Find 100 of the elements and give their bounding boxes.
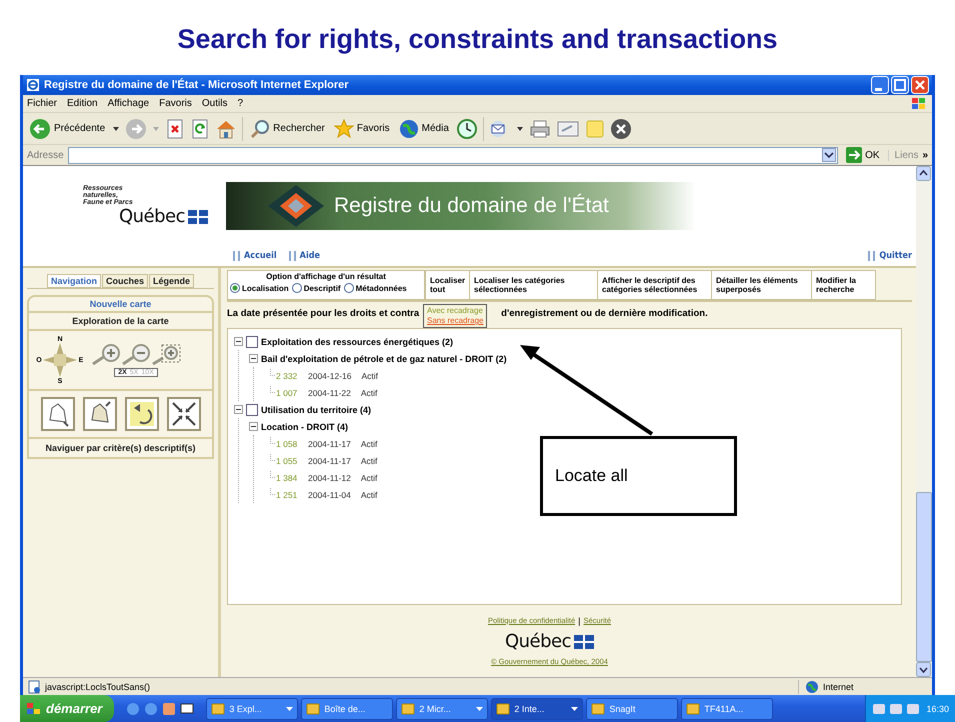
record-date: 2004-12-16 <box>308 370 352 380</box>
status-text: javascript:LoclsToutSans() <box>45 682 150 692</box>
taskbar-button[interactable]: SnagIt <box>586 698 678 720</box>
taskbar-button[interactable]: TF411A... <box>681 698 774 720</box>
menu-option[interactable]: Sans recadrage <box>425 316 486 326</box>
taskbar-button[interactable]: 2 Inte... <box>491 698 584 720</box>
record-status: Actif <box>360 472 378 482</box>
fleur-de-lis-flag-icon <box>574 634 594 648</box>
globe-icon <box>805 680 819 694</box>
back-button[interactable]: Précédente <box>27 116 108 142</box>
diamond-logo-icon <box>266 183 326 229</box>
maximize-icon[interactable] <box>891 76 909 94</box>
taskbar-button[interactable]: 2 Micr... <box>396 698 488 720</box>
collapse-icon[interactable] <box>234 405 243 414</box>
taskbar-button[interactable]: Boîte de... <box>301 698 394 720</box>
map-button[interactable] <box>166 397 200 431</box>
banner-title: Registre du domaine de l'État <box>334 194 609 218</box>
record-date: 2004-11-04 <box>308 490 351 500</box>
radio-button[interactable]: Localisation <box>230 283 289 293</box>
menu-item[interactable]: Affichage <box>108 98 150 109</box>
radio-button[interactable]: Descriptif <box>292 283 341 293</box>
notice-text: La date présentée pour les droits et contra <box>227 308 420 319</box>
window-title: Registre du domaine de l'État - Microsoft Internet Explorer <box>44 79 349 91</box>
search-icon <box>250 118 270 138</box>
minimize-icon[interactable] <box>871 76 889 94</box>
map-back-icon <box>128 400 156 428</box>
stop-icon[interactable] <box>165 118 186 138</box>
radio-button[interactable]: Métadonnées <box>344 283 407 293</box>
edit-icon[interactable] <box>556 118 580 138</box>
zone-label: Internet <box>823 682 854 692</box>
app-icon <box>211 702 226 716</box>
scrollbar[interactable] <box>916 166 932 677</box>
app-icon <box>496 702 510 716</box>
tab[interactable]: Couches <box>102 274 148 288</box>
tab[interactable]: Légende <box>149 274 194 288</box>
zoom-area-icon[interactable] <box>151 344 181 366</box>
collapse-icon[interactable] <box>249 354 258 363</box>
collapse-icon[interactable] <box>234 337 243 346</box>
caret-icon[interactable] <box>516 124 524 132</box>
slide-title: Search for rights, constraints and transactions <box>176 23 779 56</box>
record-status: Actif <box>360 388 378 398</box>
desktop-icon[interactable] <box>180 702 194 716</box>
favorites-button[interactable]: Favoris <box>332 116 392 142</box>
tab[interactable]: Navigation <box>46 274 101 288</box>
menu-item[interactable]: ? <box>237 98 244 109</box>
close-icon[interactable] <box>911 76 929 94</box>
globe-icon <box>398 118 419 138</box>
app-icon <box>686 702 700 716</box>
category-label: Exploitation des ressources énergétiques (2) <box>261 336 454 346</box>
collapse-icon[interactable] <box>249 422 258 431</box>
scroll-up-icon <box>916 166 931 181</box>
callout-box: Locate all <box>540 436 737 516</box>
category-label: Utilisation du territoire (4) <box>261 404 372 414</box>
scroll-thumb[interactable] <box>916 492 932 662</box>
scroll-down-icon <box>916 662 931 677</box>
go-button[interactable]: OK <box>842 147 884 163</box>
record-date: 2004-11-12 <box>308 472 351 482</box>
menu-item[interactable]: Edition <box>67 98 98 109</box>
menu-item[interactable]: Favoris <box>159 98 192 109</box>
right-type-label: Location - DROIT (4) <box>261 422 348 432</box>
new-map-link[interactable]: Nouvelle carte <box>29 297 212 311</box>
record-status: Actif <box>360 490 378 500</box>
map-button[interactable] <box>124 397 158 431</box>
star-icon <box>334 118 354 138</box>
record-date: 2004-11-17 <box>308 456 351 466</box>
map-button[interactable] <box>40 397 74 431</box>
messenger-icon[interactable] <box>610 118 632 140</box>
caret-icon[interactable] <box>112 124 120 132</box>
record-status: Actif <box>360 456 378 466</box>
app-icon <box>306 702 320 716</box>
go-arrow-icon <box>846 147 862 163</box>
refresh-icon[interactable] <box>190 118 210 138</box>
menu-item[interactable]: Fichier <box>27 98 58 109</box>
taskbar-button[interactable]: 3 Expl... <box>206 698 298 720</box>
menu-item[interactable]: Outils <box>202 98 228 109</box>
history-icon[interactable] <box>456 118 478 140</box>
search-button[interactable]: Rechercher <box>248 116 327 142</box>
separator: | <box>578 616 580 626</box>
extent-icon <box>170 400 198 428</box>
record-status: Actif <box>360 438 378 448</box>
record-date: 2004-11-17 <box>308 438 351 448</box>
fleur-de-lis-flag-icon <box>188 210 208 224</box>
zoom-out-icon[interactable] <box>121 344 151 366</box>
media-button[interactable]: Média <box>396 116 451 142</box>
notice-text: d'enregistrement ou de dernière modification. <box>501 308 708 319</box>
address-field[interactable] <box>68 146 838 164</box>
map-button[interactable] <box>82 397 116 431</box>
zoom-in-icon[interactable] <box>91 344 121 366</box>
record-status: Actif <box>361 370 378 380</box>
caret-icon <box>571 706 578 712</box>
right-type-label: Bail d'exploitation de pétrole et de gaz naturel - DROIT (2) <box>261 354 507 364</box>
more-button[interactable]: » <box>922 150 928 160</box>
windows-flag-icon <box>910 96 928 112</box>
printer-icon[interactable] <box>528 118 551 138</box>
quebec-logo-text: Québec <box>118 206 185 227</box>
criteria-link[interactable]: Naviguer par critère(s) descriptif(s) <box>29 437 212 457</box>
section-title: Exploration de la carte <box>29 311 212 329</box>
checkbox[interactable] <box>246 336 258 348</box>
checkbox[interactable] <box>246 404 258 416</box>
home-icon[interactable] <box>215 118 238 138</box>
